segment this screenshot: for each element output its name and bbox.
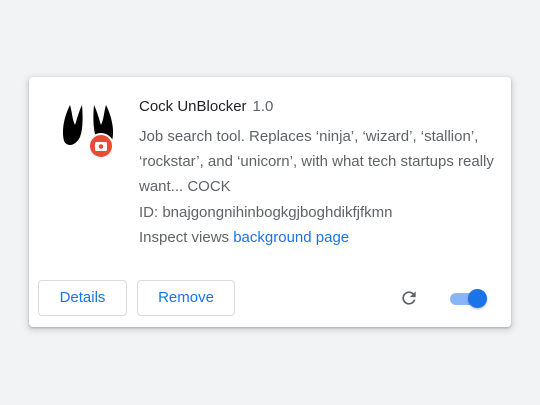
- camera-badge-icon: [88, 133, 114, 159]
- details-button[interactable]: Details: [38, 280, 127, 316]
- extension-version: 1.0: [252, 98, 274, 115]
- enable-toggle[interactable]: [449, 287, 487, 309]
- inspect-views-label: Inspect views: [139, 229, 230, 246]
- extension-id-value: bnajgongnihinbogkgjboghdikfjfkmn: [162, 204, 393, 221]
- background-page-link[interactable]: background page: [233, 229, 349, 246]
- extension-id: ID: bnajgongnihinbogkgjboghdikfjfkmn: [139, 202, 393, 224]
- extension-title-row: Cock UnBlocker 1.0: [139, 96, 273, 118]
- remove-button[interactable]: Remove: [137, 280, 235, 316]
- toggle-knob: [468, 289, 487, 308]
- extension-id-label: ID:: [139, 204, 159, 221]
- extension-description: Job search tool. Replaces ‘ninja’, ‘wiza…: [139, 128, 494, 195]
- extension-icon: [61, 103, 115, 159]
- reload-icon[interactable]: [399, 288, 419, 308]
- extension-name: Cock UnBlocker: [139, 98, 247, 115]
- extension-card: Cock UnBlocker 1.0 Job search tool. Repla…: [29, 77, 511, 327]
- inspect-views: Inspect views background page: [139, 227, 349, 249]
